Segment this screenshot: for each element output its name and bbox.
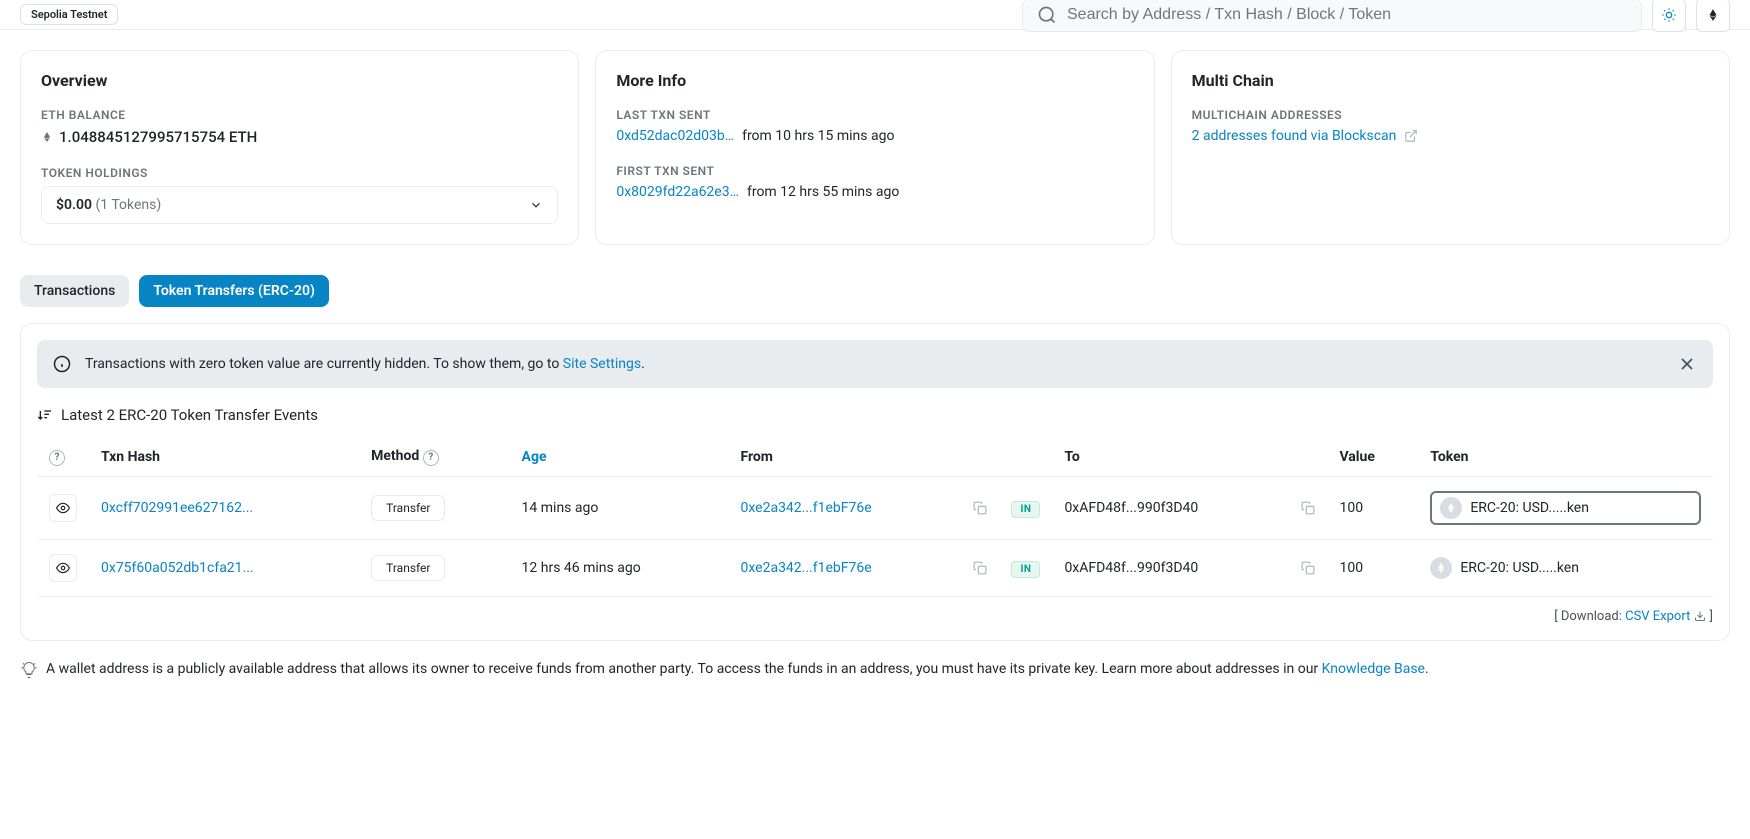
last-txn-time: from 10 hrs 15 mins ago xyxy=(742,128,894,144)
token-holdings-dropdown[interactable]: $0.00 (1 Tokens) xyxy=(41,186,558,224)
col-txn-hash: Txn Hash xyxy=(89,438,359,476)
copy-icon[interactable] xyxy=(973,561,987,575)
txn-hash-link[interactable]: 0x75f60a052db1cfa21... xyxy=(101,560,254,576)
token-holdings-label: TOKEN HOLDINGS xyxy=(41,166,558,180)
token-icon xyxy=(1440,497,1462,519)
site-settings-link[interactable]: Site Settings xyxy=(563,356,641,372)
ethereum-menu-button[interactable] xyxy=(1696,0,1730,32)
token-holdings-value: $0.00 xyxy=(56,197,92,213)
last-txn-hash-link[interactable]: 0xd52dac02d03b… xyxy=(616,128,734,144)
txn-hash-link[interactable]: 0xcff702991ee627162... xyxy=(101,500,253,516)
info-banner-text: Transactions with zero token value are c… xyxy=(85,356,645,372)
search-container[interactable] xyxy=(1022,0,1642,32)
direction-badge: IN xyxy=(1011,501,1040,518)
table-row: 0x75f60a052db1cfa21... Transfer 12 hrs 46 … xyxy=(37,539,1713,596)
copy-icon[interactable] xyxy=(973,501,987,515)
transfers-table: ? Txn Hash Method ? Age From To Value To… xyxy=(37,438,1713,597)
ethereum-icon xyxy=(41,129,53,145)
close-icon[interactable] xyxy=(1677,354,1697,374)
download-icon xyxy=(1694,610,1706,622)
top-bar: Sepolia Testnet xyxy=(0,0,1750,30)
multichain-title: Multi Chain xyxy=(1192,71,1709,90)
first-txn-hash-link[interactable]: 0x8029fd22a62e3… xyxy=(616,184,739,200)
knowledge-base-link[interactable]: Knowledge Base xyxy=(1322,661,1425,677)
info-icon xyxy=(53,355,71,373)
overview-title: Overview xyxy=(41,71,558,90)
value-cell: 100 xyxy=(1327,539,1418,596)
search-input[interactable] xyxy=(1067,6,1627,24)
col-value: Value xyxy=(1327,438,1418,476)
multichain-card: Multi Chain MULTICHAIN ADDRESSES 2 addre… xyxy=(1171,50,1730,245)
token-icon xyxy=(1430,557,1452,579)
token-holdings-count: (1 Tokens) xyxy=(95,197,161,213)
search-icon xyxy=(1037,5,1057,25)
col-age[interactable]: Age xyxy=(510,438,729,476)
method-badge: Transfer xyxy=(371,495,445,521)
sun-icon xyxy=(1661,7,1677,23)
token-name: ERC-20: USD.....ken xyxy=(1470,500,1589,516)
content-card: Transactions with zero token value are c… xyxy=(20,323,1730,641)
events-header-text: Latest 2 ERC-20 Token Transfer Events xyxy=(61,406,318,424)
table-row: 0xcff702991ee627162... Transfer 14 mins ag… xyxy=(37,476,1713,539)
method-badge: Transfer xyxy=(371,555,445,581)
ethereum-icon xyxy=(1706,8,1720,22)
to-address: 0xAFD48f...990f3D40 xyxy=(1064,500,1198,516)
first-txn-label: FIRST TXN SENT xyxy=(616,164,1133,178)
direction-badge: IN xyxy=(1011,561,1040,578)
overview-card: Overview ETH BALANCE 1.04884512799571575… xyxy=(20,50,579,245)
token-cell[interactable]: ERC-20: USD.....ken xyxy=(1430,491,1701,525)
help-icon[interactable]: ? xyxy=(49,450,65,466)
token-cell[interactable]: ERC-20: USD.....ken xyxy=(1430,557,1701,579)
external-link-icon xyxy=(1404,129,1418,143)
help-icon[interactable]: ? xyxy=(423,450,439,466)
age-cell: 12 hrs 46 mins ago xyxy=(510,539,729,596)
to-address: 0xAFD48f...990f3D40 xyxy=(1064,560,1198,576)
lightbulb-icon xyxy=(20,661,38,679)
download-row: [ Download: CSV Export ] xyxy=(37,609,1713,624)
eth-balance-value: 1.048845127995715754 ETH xyxy=(59,128,257,146)
view-details-button[interactable] xyxy=(49,494,77,522)
from-address-link[interactable]: 0xe2a342...f1ebF76e xyxy=(740,560,871,576)
first-txn-time: from 12 hrs 55 mins ago xyxy=(747,184,899,200)
col-method: Method ? xyxy=(359,438,509,476)
sort-icon[interactable] xyxy=(37,407,53,423)
more-info-card: More Info LAST TXN SENT 0xd52dac02d03b… … xyxy=(595,50,1154,245)
tabs: Transactions Token Transfers (ERC-20) xyxy=(20,275,1730,307)
csv-export-link[interactable]: CSV Export xyxy=(1625,609,1690,624)
multichain-label: MULTICHAIN ADDRESSES xyxy=(1192,108,1709,122)
value-cell: 100 xyxy=(1327,476,1418,539)
eth-balance-label: ETH BALANCE xyxy=(41,108,558,122)
theme-toggle-button[interactable] xyxy=(1652,0,1686,32)
network-badge[interactable]: Sepolia Testnet xyxy=(20,4,118,25)
col-token: Token xyxy=(1418,438,1713,476)
tab-token-transfers[interactable]: Token Transfers (ERC-20) xyxy=(139,275,329,307)
view-details-button[interactable] xyxy=(49,554,77,582)
col-from: From xyxy=(728,438,999,476)
copy-icon[interactable] xyxy=(1301,561,1315,575)
copy-icon[interactable] xyxy=(1301,501,1315,515)
tab-transactions[interactable]: Transactions xyxy=(20,275,129,307)
from-address-link[interactable]: 0xe2a342...f1ebF76e xyxy=(740,500,871,516)
multichain-link[interactable]: 2 addresses found via Blockscan xyxy=(1192,128,1709,144)
last-txn-label: LAST TXN SENT xyxy=(616,108,1133,122)
col-to: To xyxy=(1052,438,1327,476)
age-cell: 14 mins ago xyxy=(510,476,729,539)
chevron-down-icon xyxy=(529,198,543,212)
more-info-title: More Info xyxy=(616,71,1133,90)
token-name: ERC-20: USD.....ken xyxy=(1460,560,1579,576)
info-banner: Transactions with zero token value are c… xyxy=(37,340,1713,388)
footer-note: A wallet address is a publicly available… xyxy=(20,661,1730,679)
